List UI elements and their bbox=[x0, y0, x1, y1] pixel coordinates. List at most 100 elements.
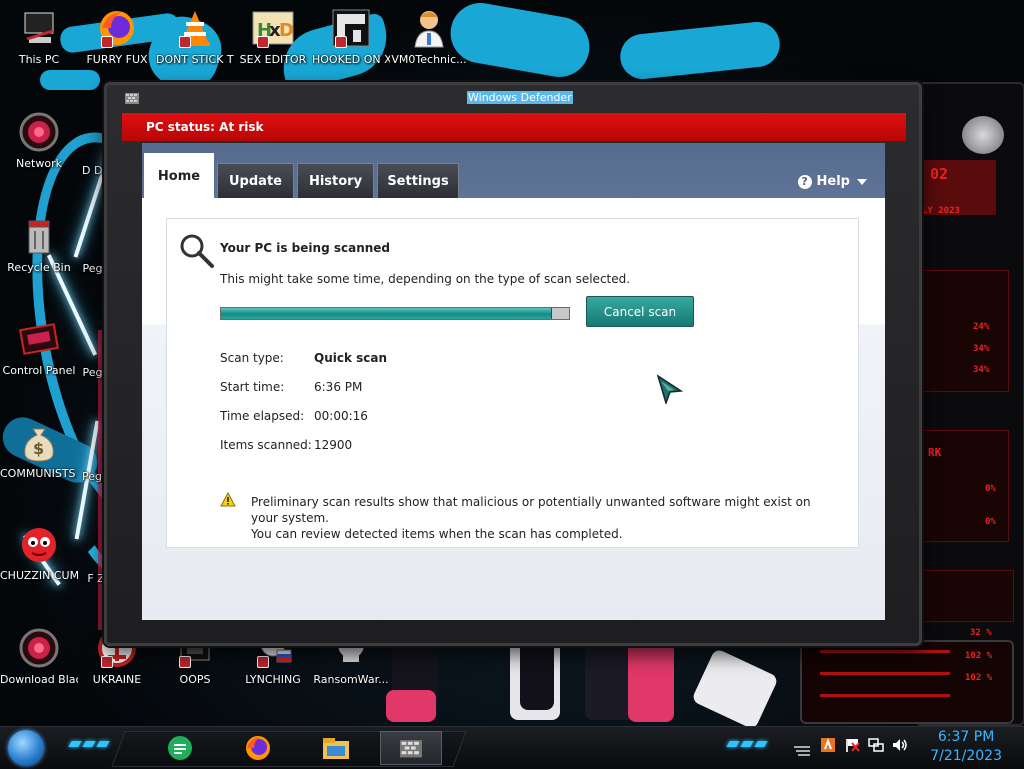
start-button[interactable] bbox=[8, 730, 44, 766]
time-elapsed-label: Time elapsed: bbox=[220, 409, 305, 423]
warning-line: You can review detected items when the s… bbox=[251, 527, 623, 541]
help-menu[interactable]: ? Help bbox=[797, 174, 867, 189]
hud-label: RK bbox=[928, 446, 942, 459]
tab-update[interactable]: Update bbox=[217, 163, 294, 198]
desktop-icon-control-panel[interactable]: Control Panel bbox=[0, 317, 78, 378]
tab-label: Home bbox=[157, 168, 201, 184]
warning-icon bbox=[220, 492, 236, 507]
defender-app-icon bbox=[125, 93, 139, 104]
taskbar-decoration bbox=[754, 741, 768, 747]
taskbar-app-file-explorer[interactable] bbox=[318, 731, 354, 765]
show-hidden-icons-icon[interactable] bbox=[792, 741, 812, 756]
taskbar: 6:37 PM 7/21/2023 bbox=[0, 726, 1024, 769]
taskbar-app-defender[interactable] bbox=[380, 731, 442, 765]
hud-label: 0% bbox=[985, 484, 996, 494]
taskbar-app-firefox[interactable] bbox=[240, 731, 276, 765]
recycle-bin-icon bbox=[17, 214, 61, 258]
firefox-icon bbox=[246, 736, 270, 760]
window-title: Windows Defender bbox=[467, 91, 573, 104]
hud-label: 32 % bbox=[970, 628, 992, 638]
control-panel-icon bbox=[17, 317, 61, 361]
hud-label: 34% bbox=[973, 365, 990, 375]
tab-label: Settings bbox=[387, 173, 449, 189]
title-bar[interactable]: Windows Defender bbox=[107, 85, 919, 111]
pc-status-text: PC status: At risk bbox=[146, 120, 264, 134]
scan-title: Your PC is being scanned bbox=[220, 241, 391, 255]
tab-history[interactable]: History bbox=[297, 163, 374, 198]
svg-text:D: D bbox=[279, 20, 294, 41]
hud-label: 24% bbox=[973, 322, 990, 332]
chuzzle-icon bbox=[17, 522, 61, 566]
help-icon: ? bbox=[797, 174, 812, 189]
taskbar-clock[interactable]: 6:37 PM 7/21/2023 bbox=[930, 728, 1002, 766]
firefox-icon bbox=[95, 6, 139, 50]
desktop-icon-recycle-bin[interactable]: Recycle Bin bbox=[0, 214, 78, 275]
items-scanned-label: Items scanned: bbox=[220, 438, 312, 452]
desktop-icon-vm0technic[interactable]: VM0Technic... bbox=[390, 6, 468, 67]
hud-label: LY 2023 bbox=[922, 206, 960, 216]
cancel-scan-label: Cancel scan bbox=[603, 304, 677, 319]
system-tray bbox=[820, 737, 908, 753]
defender-icon bbox=[400, 740, 422, 758]
desktop-icon-sex-editor[interactable]: HxD SEX EDITOR bbox=[234, 6, 312, 67]
hud-label: 02 bbox=[930, 165, 949, 183]
windows-defender-window: Windows Defender PC status: At risk Home… bbox=[104, 82, 922, 646]
tab-label: History bbox=[308, 173, 363, 189]
desktop-icon-furry-fux[interactable]: FURRY FUX bbox=[78, 6, 156, 67]
scan-panel: Your PC is being scanned This might take… bbox=[166, 218, 859, 548]
vlc-icon bbox=[173, 6, 217, 50]
tab-settings[interactable]: Settings bbox=[377, 163, 459, 198]
xonix-icon bbox=[329, 6, 373, 50]
desktop-icon-download-black-ali[interactable]: Download Black Ali... bbox=[0, 626, 78, 687]
taskbar-decoration bbox=[740, 741, 754, 747]
desktop-icon-dont-stick[interactable]: DONT STICK THIS IN YO... bbox=[156, 6, 234, 66]
scan-progress-fill bbox=[221, 308, 552, 319]
hud-label: 102 % bbox=[965, 673, 993, 683]
desktop-icon-communists[interactable]: $ COMMUNISTS HATE THIS G... bbox=[0, 420, 78, 481]
warning-message: Preliminary scan results show that malic… bbox=[251, 494, 841, 542]
mouse-cursor-icon bbox=[656, 374, 684, 404]
time-elapsed-value: 00:00:16 bbox=[314, 409, 368, 423]
start-time-label: Start time: bbox=[220, 380, 285, 394]
clock-time: 6:37 PM bbox=[937, 729, 995, 745]
taskbar-app-notes[interactable] bbox=[162, 731, 198, 765]
flag-icon[interactable] bbox=[844, 737, 860, 753]
tab-home[interactable]: Home bbox=[144, 153, 214, 198]
home-tab-content: Your PC is being scanned This might take… bbox=[142, 198, 885, 620]
alienware-icon bbox=[17, 626, 61, 670]
pc-icon bbox=[17, 6, 61, 50]
items-scanned-value: 12900 bbox=[314, 438, 353, 452]
file-explorer-icon bbox=[323, 738, 349, 759]
scan-type-value: Quick scan bbox=[314, 351, 388, 365]
shield-icon[interactable] bbox=[820, 737, 836, 753]
tab-label: Update bbox=[229, 173, 282, 189]
clock-date: 7/21/2023 bbox=[930, 748, 1002, 764]
pc-status-bar: PC status: At risk bbox=[122, 113, 906, 141]
scan-description: This might take some time, depending on … bbox=[220, 272, 631, 286]
desktop-icon-this-pc[interactable]: This PC bbox=[0, 6, 78, 67]
hxd-icon: HxD bbox=[251, 6, 295, 50]
hud-label: 102 % bbox=[965, 651, 993, 661]
cancel-scan-button[interactable]: Cancel scan bbox=[586, 296, 694, 327]
scan-type-label: Scan type: bbox=[220, 351, 284, 365]
hud-label: 0% bbox=[985, 517, 996, 527]
taskbar-decoration bbox=[68, 741, 82, 747]
chevron-down-icon bbox=[857, 178, 867, 185]
scan-progress-bar bbox=[220, 307, 570, 320]
start-time-value: 6:36 PM bbox=[314, 380, 363, 394]
network-icon bbox=[17, 110, 61, 154]
taskbar-decoration bbox=[96, 741, 110, 747]
desktop-icon-chuzzin[interactable]: CHUZZIN CUM bbox=[0, 522, 78, 583]
warning-line: Preliminary scan results show that malic… bbox=[251, 495, 811, 525]
money-bag-icon: $ bbox=[17, 420, 61, 464]
magnifier-icon bbox=[180, 234, 214, 268]
desktop-icon-xonix[interactable]: HOOKED ON XONIX bbox=[312, 6, 390, 67]
volume-icon[interactable] bbox=[892, 737, 908, 753]
help-label: Help bbox=[816, 174, 850, 189]
hud-label: 34% bbox=[973, 344, 990, 354]
defender-client-area: Home Update History Settings ? Help Your… bbox=[142, 143, 885, 620]
desktop-icon-network[interactable]: Network bbox=[0, 110, 78, 171]
taskbar-decoration bbox=[82, 741, 96, 747]
network-icon[interactable] bbox=[868, 737, 884, 753]
taskbar-decoration bbox=[726, 741, 740, 747]
